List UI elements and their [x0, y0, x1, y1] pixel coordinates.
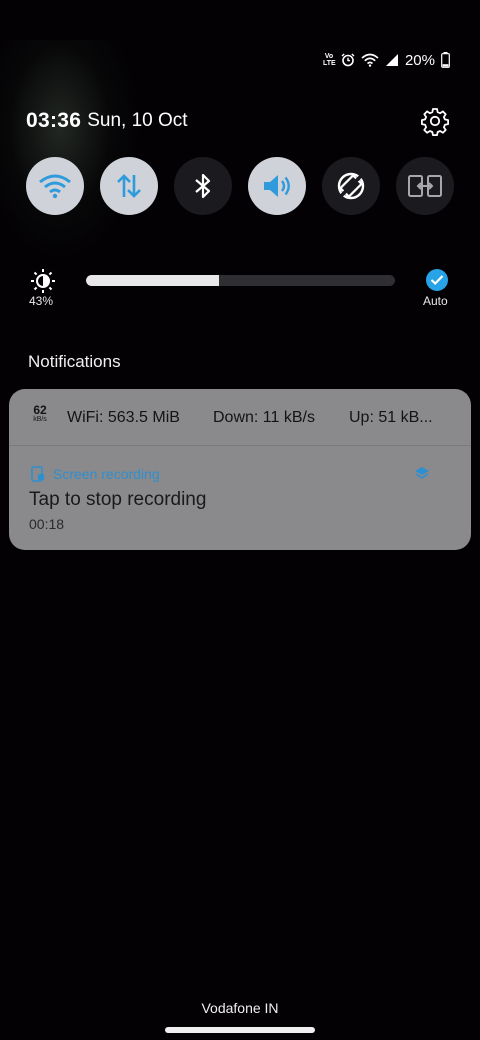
- expand-icon[interactable]: [414, 466, 430, 480]
- status-bar: Vo LTE 20%: [323, 48, 450, 72]
- alarm-icon: [341, 53, 355, 67]
- brightness-icon: [31, 269, 55, 293]
- volte-icon: Vo LTE: [322, 53, 336, 67]
- home-indicator-bar[interactable]: [165, 1027, 315, 1033]
- wifi-toggle[interactable]: [26, 157, 84, 215]
- notification-title: Tap to stop recording: [29, 489, 207, 510]
- auto-brightness-checkbox[interactable]: [426, 269, 448, 291]
- battery-percent: 20%: [404, 51, 435, 69]
- screen-mirror-icon: [408, 175, 442, 197]
- volume-icon: [264, 175, 290, 197]
- auto-brightness-label: Auto: [423, 294, 448, 308]
- auto-rotate-toggle[interactable]: [322, 157, 380, 215]
- wifi-icon: [39, 174, 71, 199]
- network-speed-notification[interactable]: 62 kB/s WiFi: 563.5 MiB Down: 11 kB/s Up…: [9, 389, 471, 446]
- speed-badge-icon: 62 kB/s: [33, 403, 47, 423]
- mobile-data-toggle[interactable]: [100, 157, 158, 215]
- notification-app-name: Screen recording: [53, 466, 160, 482]
- date[interactable]: Sun, 10 Oct: [87, 110, 187, 132]
- check-icon: [430, 275, 444, 286]
- wifi-usage-text: WiFi: 563.5 MiB: [67, 409, 180, 426]
- notification-panel: 62 kB/s WiFi: 563.5 MiB Down: 11 kB/s Up…: [9, 389, 471, 550]
- clock[interactable]: 03:36: [26, 109, 81, 133]
- bluetooth-icon: [195, 173, 211, 199]
- signal-icon: [385, 54, 398, 66]
- battery-icon: [441, 52, 450, 68]
- screen-recorder-icon: [31, 466, 44, 482]
- quick-settings-toggles: [26, 157, 454, 215]
- bluetooth-toggle[interactable]: [174, 157, 232, 215]
- rotate-icon: [337, 172, 365, 200]
- notifications-heading: Notifications: [28, 352, 121, 371]
- data-arrows-icon: [117, 174, 141, 198]
- wifi-icon: [361, 53, 379, 67]
- panel-header: 03:36 Sun, 10 Oct: [26, 106, 450, 136]
- wallpaper-glow: [0, 40, 140, 260]
- carrier-label: Vodafone IN: [201, 1000, 279, 1016]
- upload-speed-text: Up: 51 kB...: [349, 409, 433, 426]
- download-speed-text: Down: 11 kB/s: [213, 409, 315, 426]
- sound-toggle[interactable]: [248, 157, 306, 215]
- recording-elapsed-time: 00:18: [29, 516, 65, 532]
- brightness-slider[interactable]: [86, 275, 395, 286]
- brightness-slider-fill: [86, 275, 219, 286]
- smart-view-toggle[interactable]: [396, 157, 454, 215]
- brightness-percent: 43%: [29, 294, 54, 308]
- gear-icon[interactable]: [420, 106, 450, 136]
